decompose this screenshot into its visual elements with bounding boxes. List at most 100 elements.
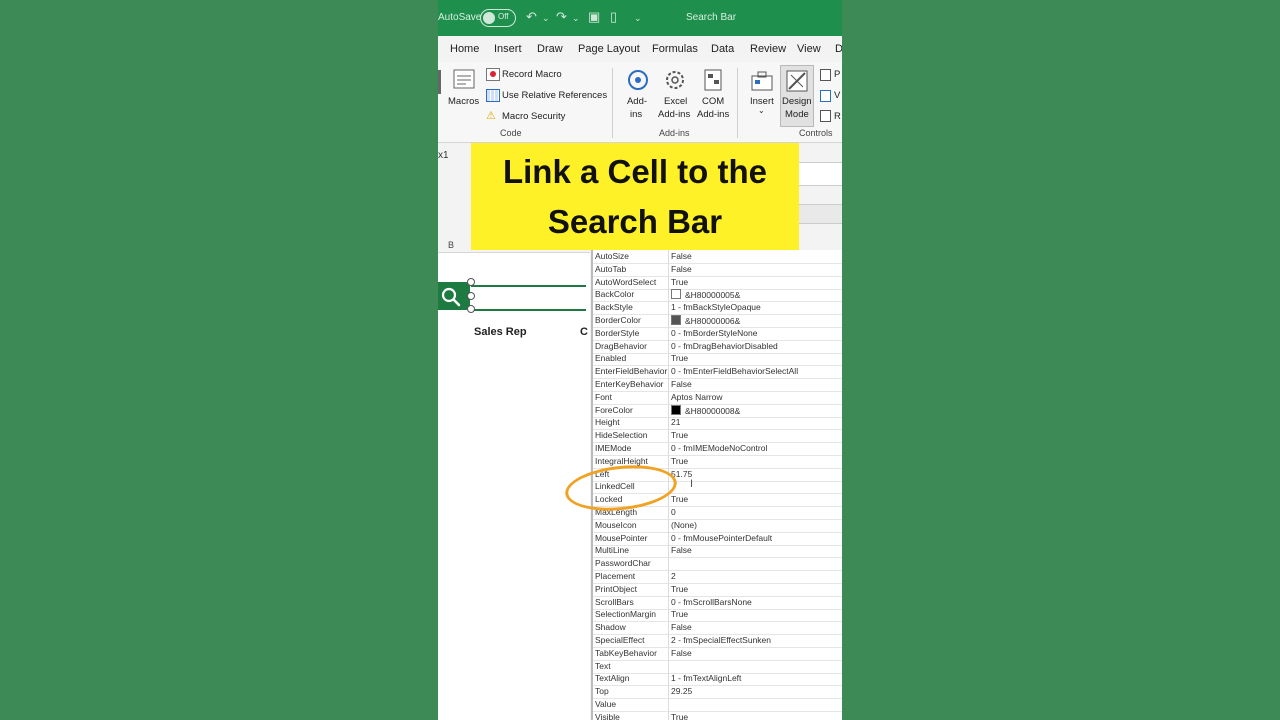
redo-icon[interactable]: ↷ — [556, 9, 567, 25]
column-c-header-fragment: C — [580, 326, 588, 338]
com-add-ins-label-1[interactable]: COM — [702, 96, 724, 107]
property-name: MouseIcon — [595, 519, 637, 530]
title-bar: AutoSave Off ↶ ⌄ ↷ ⌄ ▣ ▯ ⌄ Search Bar — [438, 0, 842, 36]
tab-data[interactable]: Data — [711, 43, 734, 55]
property-value[interactable]: 0 - fmEnterFieldBehaviorSelectAll — [671, 366, 798, 376]
search-button[interactable] — [438, 282, 470, 310]
add-ins-label-2[interactable]: ins — [630, 109, 642, 120]
record-macro-icon[interactable] — [486, 68, 500, 81]
add-ins-icon[interactable] — [626, 68, 650, 92]
property-value[interactable]: False — [671, 251, 692, 261]
property-row[interactable]: Visible True — [593, 710, 842, 720]
property-value[interactable]: True — [671, 584, 688, 594]
column-divider — [668, 659, 669, 673]
property-value[interactable]: Aptos Narrow — [671, 392, 723, 402]
property-value[interactable]: 0 — [671, 507, 676, 517]
property-value[interactable]: True — [671, 609, 688, 619]
property-value[interactable]: &H80000008& — [671, 404, 740, 416]
property-value[interactable]: &H80000006& — [671, 315, 740, 326]
use-relative-references-button[interactable]: Use Relative References — [502, 90, 607, 101]
resize-handle[interactable] — [467, 278, 475, 286]
macro-security-button[interactable]: Macro Security — [502, 111, 565, 122]
properties-icon[interactable] — [820, 69, 831, 81]
save-icon[interactable]: ▣ — [588, 9, 600, 25]
macros-label[interactable]: Macros — [448, 96, 479, 107]
search-bar[interactable] — [438, 278, 588, 313]
ribbon-separator — [612, 68, 613, 138]
column-header-b[interactable]: B — [448, 240, 454, 250]
excel-add-ins-gear-icon[interactable] — [663, 68, 687, 92]
property-value[interactable]: True — [671, 277, 688, 287]
property-value[interactable]: 21 — [671, 417, 680, 427]
tab-home[interactable]: Home — [450, 43, 479, 55]
property-name: BorderColor — [595, 315, 641, 325]
column-divider — [668, 595, 669, 609]
property-value[interactable]: False — [671, 264, 692, 274]
property-value[interactable]: True — [671, 430, 688, 440]
resize-handle[interactable] — [467, 305, 475, 313]
property-value[interactable]: 0 - fmDragBehaviorDisabled — [671, 341, 778, 351]
property-value[interactable]: False — [671, 648, 692, 658]
property-value[interactable]: 0 - fmBorderStyleNone — [671, 328, 757, 338]
visual-basic-icon[interactable] — [438, 70, 441, 94]
redo-dropdown-icon[interactable]: ⌄ — [572, 13, 580, 24]
property-value[interactable]: True — [671, 712, 688, 720]
chevron-down-icon[interactable]: ⌄ — [758, 106, 765, 115]
property-value[interactable]: 29.25 — [671, 686, 692, 696]
property-value-text: 21 — [671, 417, 681, 428]
column-divider — [668, 557, 669, 571]
tab-review[interactable]: Review — [750, 43, 786, 55]
resize-handle[interactable] — [467, 292, 475, 300]
property-value[interactable]: 2 — [671, 571, 676, 581]
property-value[interactable]: 0 - fmMousePointerDefault — [671, 533, 772, 543]
property-value[interactable]: 0 - fmScrollBarsNone — [671, 597, 752, 607]
property-value[interactable]: 2 - fmSpecialEffectSunken — [671, 635, 771, 645]
tab-draw[interactable]: Draw — [537, 43, 563, 55]
property-value[interactable]: False — [671, 379, 692, 389]
search-input[interactable] — [471, 285, 586, 311]
property-value[interactable]: False — [671, 622, 692, 632]
property-value[interactable]: 1 - fmBackStyleOpaque — [671, 302, 761, 312]
insert-controls-toolbox-icon[interactable] — [750, 70, 774, 92]
undo-icon[interactable]: ↶ — [526, 9, 537, 25]
new-file-icon[interactable]: ▯ — [610, 9, 617, 25]
add-ins-label-1[interactable]: Add- — [626, 96, 648, 107]
record-macro-button[interactable]: Record Macro — [502, 69, 562, 80]
relative-references-icon[interactable] — [486, 89, 500, 102]
property-name: Value — [595, 699, 617, 709]
property-value-text: True — [671, 455, 689, 466]
property-value[interactable]: True — [671, 494, 688, 504]
name-box[interactable]: x1 — [438, 150, 468, 166]
undo-dropdown-icon[interactable]: ⌄ — [542, 13, 550, 24]
tab-developer[interactable]: D — [835, 43, 842, 55]
property-value-text: 0 - fmMousePointerDefault — [671, 532, 773, 543]
tab-formulas[interactable]: Formulas — [652, 43, 698, 55]
property-value[interactable]: (None) — [671, 520, 697, 530]
property-value[interactable]: True — [671, 353, 688, 363]
customize-quick-access-icon[interactable]: ⌄ — [634, 13, 642, 24]
com-add-ins-icon[interactable] — [702, 68, 726, 92]
property-value[interactable]: 1 - fmTextAlignLeft — [671, 673, 741, 683]
tab-page-layout[interactable]: Page Layout — [578, 43, 640, 55]
property-value[interactable]: &H80000005& — [671, 289, 740, 300]
run-dialog-icon[interactable] — [820, 110, 831, 122]
properties-button[interactable]: P — [834, 69, 840, 80]
tab-view[interactable]: View — [797, 43, 821, 55]
autosave-toggle[interactable]: Off — [480, 9, 516, 27]
property-name: AutoTab — [595, 263, 627, 274]
tab-insert[interactable]: Insert — [494, 43, 522, 55]
excel-add-ins-label-2[interactable]: Add-ins — [658, 109, 690, 120]
search-icon — [441, 287, 461, 307]
view-code-button[interactable]: V — [834, 90, 840, 101]
excel-add-ins-label-1[interactable]: Excel — [664, 96, 687, 107]
property-value[interactable]: False — [671, 545, 692, 555]
property-value[interactable]: True — [671, 456, 688, 466]
com-add-ins-label-2[interactable]: Add-ins — [697, 109, 729, 120]
property-name: AutoSize — [595, 251, 630, 261]
run-dialog-button[interactable]: R — [834, 111, 841, 122]
column-divider — [668, 403, 669, 417]
macros-icon[interactable] — [452, 68, 476, 92]
property-value[interactable]: 0 - fmIMEModeNoControl — [671, 443, 767, 453]
property-value-text: 0 - fmEnterFieldBehaviorSelectAll — [671, 366, 799, 377]
view-code-icon[interactable] — [820, 90, 831, 102]
